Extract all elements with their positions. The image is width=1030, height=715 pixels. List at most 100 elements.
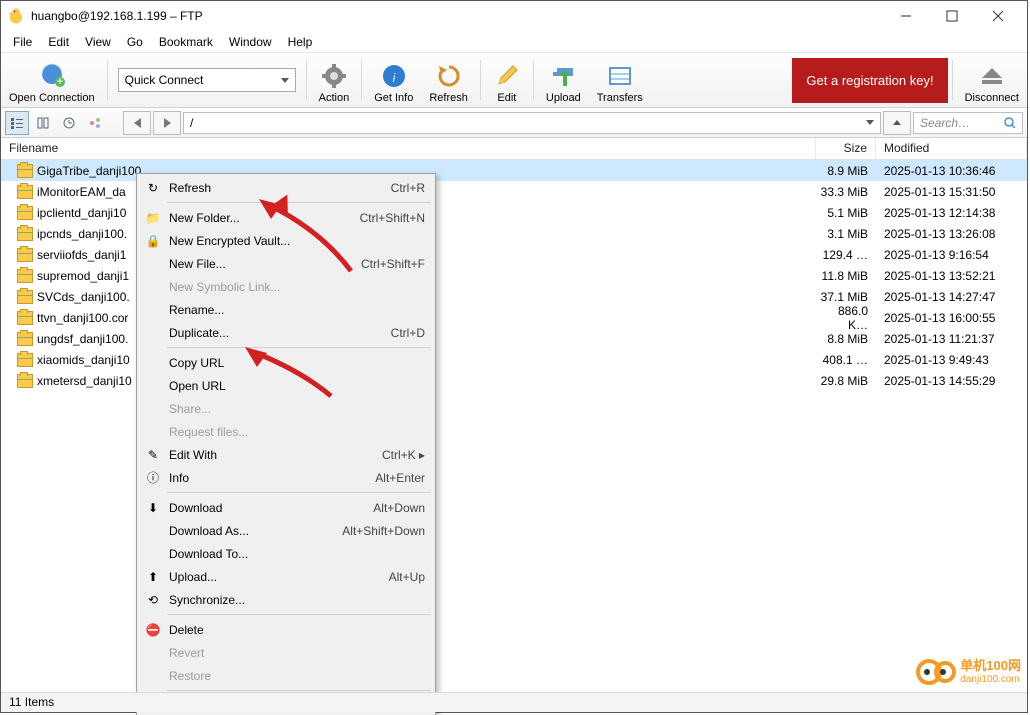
menu-window[interactable]: Window (221, 33, 280, 51)
edit-button[interactable]: Edit (485, 53, 529, 108)
menu-item[interactable]: Copy URL (139, 351, 433, 374)
menu-item[interactable]: New File...Ctrl+Shift+F (139, 252, 433, 275)
menu-item-label: New Encrypted Vault... (169, 234, 290, 248)
menu-item[interactable]: ⟲Synchronize... (139, 588, 433, 611)
close-button[interactable] (975, 1, 1021, 31)
menu-edit[interactable]: Edit (40, 33, 77, 51)
search-input[interactable]: Search… (913, 112, 1023, 134)
window-title: huangbo@192.168.1.199 – FTP (31, 9, 203, 23)
menu-go[interactable]: Go (119, 33, 151, 51)
archive-icon (17, 206, 33, 220)
file-name: SVCds_danji100. (37, 290, 130, 304)
menu-item: Request files... (139, 420, 433, 443)
triangle-up-icon (893, 120, 901, 125)
menu-item-label: Upload... (169, 570, 217, 584)
menu-item[interactable]: 📁New Folder...Ctrl+Shift+N (139, 206, 433, 229)
archive-icon (17, 311, 33, 325)
file-modified: 2025-01-13 12:14:38 (876, 206, 1027, 220)
chevron-down-icon (866, 120, 874, 125)
menu-item[interactable]: Duplicate... Ctrl+D (139, 321, 433, 344)
file-size: 129.4 … (816, 248, 876, 262)
menu-item-label: Copy URL (169, 356, 224, 370)
archive-icon (17, 290, 33, 304)
refresh-icon: ↻ (145, 180, 161, 196)
menu-item-label: Refresh (169, 181, 211, 195)
status-bar: 11 Items (1, 692, 1027, 712)
refresh-icon (435, 62, 463, 90)
menu-item-label: Info (169, 471, 189, 485)
quick-connect-dropdown[interactable]: Quick Connect (118, 68, 296, 92)
menu-item[interactable]: Download As... Alt+Shift+Down (139, 519, 433, 542)
menu-shortcut: Ctrl+Shift+F (361, 257, 425, 271)
action-button[interactable]: Action (311, 53, 358, 108)
file-size: 8.8 MiB (816, 332, 876, 346)
svg-text:+: + (56, 74, 63, 88)
view-column-button[interactable] (31, 111, 55, 135)
file-name: ungdsf_danji100. (37, 332, 128, 346)
menu-item[interactable]: ↻RefreshCtrl+R (139, 176, 433, 199)
menu-item[interactable]: ⓘInfoAlt+Enter (139, 466, 433, 489)
back-button[interactable] (123, 111, 151, 135)
forward-button[interactable] (153, 111, 181, 135)
file-size: 11.8 MiB (816, 269, 876, 283)
path-input[interactable]: / (183, 112, 881, 134)
menu-item-label: New Symbolic Link... (169, 280, 280, 294)
menu-item[interactable]: Rename... (139, 298, 433, 321)
minimize-button[interactable] (883, 1, 929, 31)
menu-item[interactable]: ⛔Delete (139, 618, 433, 641)
file-name: serviiofds_danji1 (37, 248, 126, 262)
menu-item[interactable]: ⬇DownloadAlt+Down (139, 496, 433, 519)
app-window: huangbo@192.168.1.199 – FTP File Edit Vi… (0, 0, 1028, 713)
registration-key-button[interactable]: Get a registration key! (792, 58, 947, 103)
menu-item-label: Duplicate... (169, 326, 229, 340)
menu-bookmark[interactable]: Bookmark (151, 33, 221, 51)
menu-item: New Symbolic Link... (139, 275, 433, 298)
search-icon (1004, 117, 1016, 129)
file-name: ttvn_danji100.cor (37, 311, 128, 325)
open-connection-button[interactable]: + Open Connection (1, 53, 103, 108)
file-modified: 2025-01-13 14:55:29 (876, 374, 1027, 388)
up-button[interactable] (883, 111, 911, 135)
menu-shortcut: Alt+Shift+Down (342, 524, 425, 538)
bonjour-button[interactable] (83, 111, 107, 135)
location-bar: / Search… (1, 108, 1027, 138)
file-name: xmetersd_danji10 (37, 374, 132, 388)
menu-shortcut: Alt+Up (389, 570, 425, 584)
menu-item[interactable]: Open URL (139, 374, 433, 397)
sync-icon: ⟲ (145, 592, 161, 608)
header-size[interactable]: Size (816, 138, 876, 159)
transfers-button[interactable]: Transfers (589, 53, 651, 108)
file-size: 33.3 MiB (816, 185, 876, 199)
archive-icon (17, 353, 33, 367)
menu-item[interactable]: ✎Edit WithCtrl+K ▸ (139, 443, 433, 466)
menu-item-label: Download As... (169, 524, 249, 538)
archive-icon (17, 332, 33, 346)
file-modified: 2025-01-13 11:21:37 (876, 332, 1027, 346)
menu-shortcut: Ctrl+D (391, 326, 425, 340)
menu-item[interactable]: Download To... (139, 542, 433, 565)
menu-view[interactable]: View (77, 33, 119, 51)
upload-icon (549, 62, 577, 90)
menu-help[interactable]: Help (280, 33, 321, 51)
header-filename[interactable]: Filename (1, 138, 816, 159)
eject-icon (978, 62, 1006, 90)
refresh-button[interactable]: Refresh (421, 53, 476, 108)
header-modified[interactable]: Modified (876, 138, 1027, 159)
get-info-button[interactable]: i Get Info (366, 53, 421, 108)
menu-item[interactable]: ⬆Upload...Alt+Up (139, 565, 433, 588)
maximize-button[interactable] (929, 1, 975, 31)
history-button[interactable] (57, 111, 81, 135)
archive-icon (17, 248, 33, 262)
upload-button[interactable]: Upload (538, 53, 589, 108)
view-list-button[interactable] (5, 111, 29, 135)
menu-shortcut: Ctrl+Shift+N (360, 211, 425, 225)
file-size: 29.8 MiB (816, 374, 876, 388)
info-icon: i (380, 62, 408, 90)
menu-item[interactable]: 🔒New Encrypted Vault... (139, 229, 433, 252)
menu-item-label: Edit With (169, 448, 217, 462)
menu-file[interactable]: File (5, 33, 40, 51)
menu-item: Share... (139, 397, 433, 420)
menu-item-label: Revert (169, 646, 204, 660)
archive-icon (17, 374, 33, 388)
disconnect-button[interactable]: Disconnect (957, 53, 1027, 108)
